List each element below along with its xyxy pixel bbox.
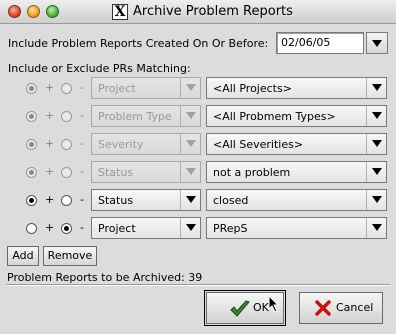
include-sign: +: [45, 221, 55, 234]
field-select[interactable]: Status: [91, 189, 201, 211]
mouse-cursor-icon: [268, 295, 280, 313]
include-radio[interactable]: [26, 195, 37, 206]
exclude-sign: -: [80, 137, 84, 150]
field-select[interactable]: Status: [91, 161, 201, 183]
value-select[interactable]: <All Severities>: [206, 133, 387, 155]
include-sign: +: [45, 137, 55, 150]
chevron-down-icon: [180, 218, 200, 238]
chevron-down-icon: [366, 162, 386, 182]
chevron-down-icon: [366, 106, 386, 126]
field-select-value: Status: [98, 166, 134, 179]
include-radio[interactable]: [26, 111, 37, 122]
include-radio[interactable]: [26, 167, 37, 178]
add-button[interactable]: Add: [7, 246, 39, 266]
field-select-value: Problem Type: [98, 110, 172, 123]
value-select[interactable]: not a problem: [206, 161, 387, 183]
archive-count-label: Problem Reports to be Archived: 39: [7, 271, 202, 284]
value-select-value: <All Severities>: [213, 138, 304, 151]
exclude-sign: -: [80, 221, 84, 234]
maximize-window-icon[interactable]: [46, 5, 59, 18]
field-select[interactable]: Problem Type: [91, 105, 201, 127]
field-select[interactable]: Project: [91, 77, 201, 99]
value-select-value: PRepS: [213, 222, 248, 235]
archive-dialog: X Archive Problem Reports Include Proble…: [0, 0, 396, 334]
value-select[interactable]: closed: [206, 189, 387, 211]
exclude-radio[interactable]: [61, 83, 72, 94]
exclude-radio[interactable]: [61, 223, 72, 234]
exclude-radio[interactable]: [61, 167, 72, 178]
ok-label: OK: [253, 301, 269, 314]
value-select-value: <All Probmem Types>: [213, 110, 336, 123]
date-dropdown-button[interactable]: [366, 32, 388, 54]
field-select[interactable]: Project: [91, 217, 201, 239]
date-input[interactable]: 02/06/05: [276, 32, 364, 54]
value-select[interactable]: <All Probmem Types>: [206, 105, 387, 127]
criteria-label: Include or Exclude PRs Matching:: [8, 62, 191, 75]
include-sign: +: [45, 165, 55, 178]
exclude-sign: -: [80, 165, 84, 178]
field-select-value: Project: [98, 82, 136, 95]
chevron-down-icon: [366, 134, 386, 154]
chevron-down-icon: [366, 190, 386, 210]
checkmark-icon: [230, 300, 250, 317]
exclude-radio[interactable]: [61, 195, 72, 206]
cancel-button[interactable]: Cancel: [299, 292, 383, 324]
window-title: Archive Problem Reports: [133, 4, 293, 19]
include-radio[interactable]: [26, 83, 37, 94]
field-select-value: Status: [98, 194, 134, 207]
exclude-radio[interactable]: [61, 111, 72, 122]
x-cancel-icon: [315, 300, 331, 316]
field-select-value: Severity: [98, 138, 144, 151]
cancel-label: Cancel: [336, 301, 374, 314]
exclude-sign: -: [80, 81, 84, 94]
value-select[interactable]: <All Projects>: [206, 77, 387, 99]
chevron-down-icon: [180, 106, 200, 126]
exclude-sign: -: [80, 109, 84, 122]
value-select-value: <All Projects>: [213, 82, 292, 95]
chevron-down-icon: [180, 134, 200, 154]
exclude-radio[interactable]: [61, 139, 72, 150]
remove-button[interactable]: Remove: [43, 246, 97, 266]
chevron-down-icon: [180, 78, 200, 98]
include-radio[interactable]: [26, 139, 37, 150]
field-select[interactable]: Severity: [91, 133, 201, 155]
close-window-icon[interactable]: [8, 5, 21, 18]
title-bar: X Archive Problem Reports: [0, 0, 396, 24]
chevron-down-icon: [366, 218, 386, 238]
chevron-down-icon: [366, 78, 386, 98]
separator: [6, 284, 390, 286]
value-select-value: closed: [213, 194, 249, 207]
minimize-window-icon[interactable]: [27, 5, 40, 18]
archive-count-text: Problem Reports to be Archived:: [7, 271, 185, 284]
value-select-value: not a problem: [213, 166, 291, 179]
date-filter-label: Include Problem Reports Created On Or Be…: [8, 37, 269, 50]
include-sign: +: [45, 193, 55, 206]
include-sign: +: [45, 109, 55, 122]
exclude-sign: -: [80, 193, 84, 206]
include-radio[interactable]: [26, 223, 37, 234]
x11-app-icon: X: [112, 4, 128, 20]
archive-count-value: 39: [188, 271, 203, 284]
chevron-down-icon: [180, 190, 200, 210]
chevron-down-icon: [180, 162, 200, 182]
value-select[interactable]: PRepS: [206, 217, 387, 239]
include-sign: +: [45, 81, 55, 94]
field-select-value: Project: [98, 222, 136, 235]
